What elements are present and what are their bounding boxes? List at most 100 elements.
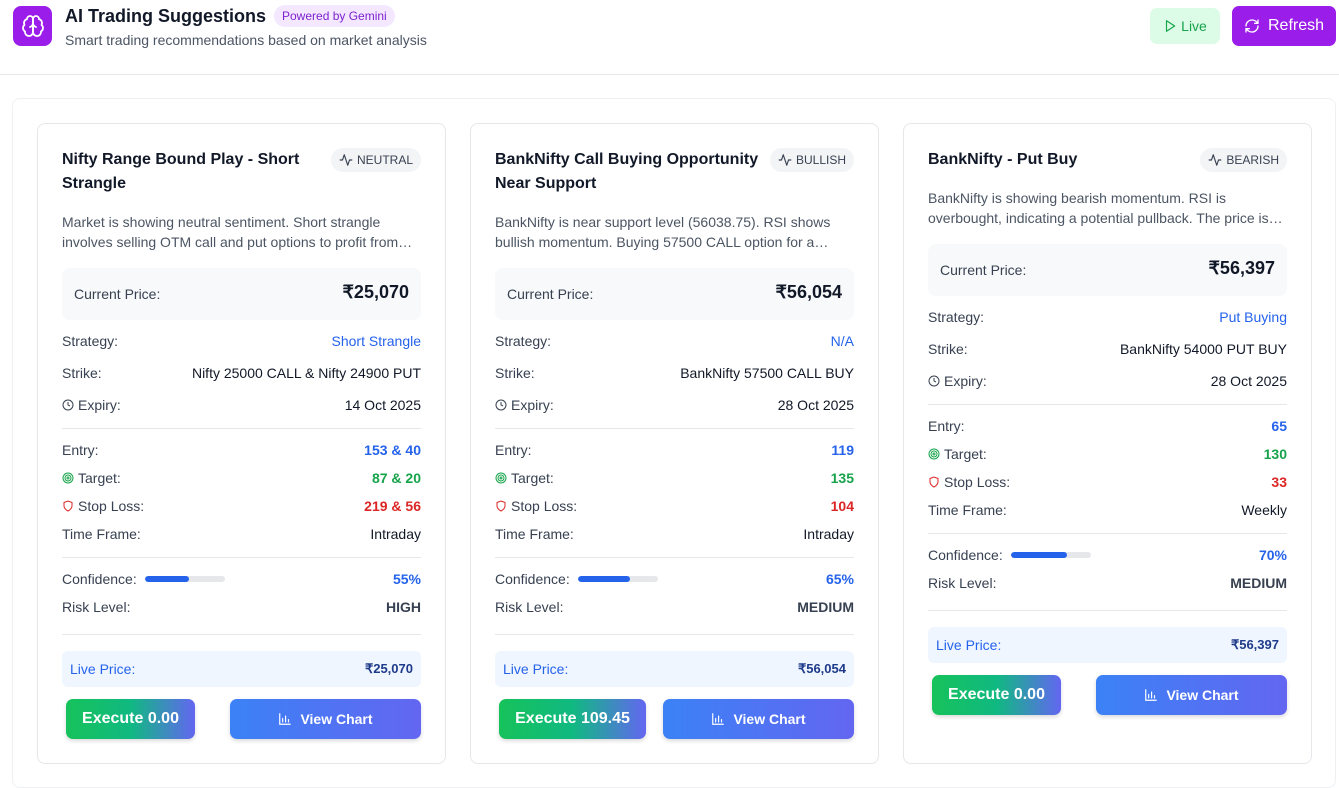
view-chart-label: View Chart: [733, 711, 806, 727]
divider: [495, 557, 854, 558]
confidence-label: Confidence:: [928, 547, 1003, 563]
divider: [62, 428, 421, 429]
suggestion-card: Nifty Range Bound Play - Short Strangle …: [37, 123, 446, 764]
current-price-value: ₹25,070: [342, 282, 409, 302]
card-title: BankNifty Call Buying Opportunity Near S…: [495, 151, 759, 192]
entry-row: Entry: 119: [495, 440, 854, 460]
expiry-value: 28 Oct 2025: [777, 397, 854, 413]
risk-value: MEDIUM: [1230, 575, 1287, 591]
target-row: Target: 135: [495, 468, 854, 488]
current-price-box: Current Price: ₹25,070: [62, 268, 421, 320]
sentiment-badge: BULLISH: [769, 148, 854, 172]
stop-loss-value: 33: [1271, 474, 1287, 490]
confidence-fill: [1011, 552, 1067, 558]
strategy-label: Strategy:: [928, 309, 985, 325]
page-title: AI Trading Suggestions: [65, 6, 267, 26]
risk-row: Risk Level: MEDIUM: [495, 597, 854, 617]
strike-value: BankNifty 57500 CALL BUY: [680, 365, 854, 381]
view-chart-label: View Chart: [300, 711, 373, 727]
card-description: BankNifty is near support level (56038.7…: [495, 214, 831, 250]
strike-label: Strike:: [928, 341, 968, 357]
entry-label: Entry:: [928, 418, 965, 434]
divider: [62, 634, 421, 635]
sentiment-badge: NEUTRAL: [330, 148, 421, 172]
confidence-bar: [145, 576, 225, 582]
confidence-fill: [578, 576, 630, 582]
strategy-label: Strategy:: [62, 333, 119, 349]
current-price-label: Current Price:: [507, 286, 594, 302]
strike-row: Strike: Nifty 25000 CALL & Nifty 24900 P…: [62, 363, 421, 383]
stop-loss-label: Stop Loss:: [511, 498, 578, 514]
live-button[interactable]: Live: [1150, 8, 1220, 44]
activity-icon: [1208, 154, 1222, 166]
shield-icon: [929, 476, 939, 488]
stop-loss-value: 104: [830, 498, 854, 514]
target-icon: [928, 448, 940, 460]
strike-label: Strike:: [62, 365, 102, 381]
execute-button[interactable]: Execute 109.45: [499, 699, 646, 739]
target-label: Target:: [944, 446, 987, 462]
strike-value: Nifty 25000 CALL & Nifty 24900 PUT: [191, 365, 421, 381]
target-label: Target:: [511, 470, 554, 486]
execute-button[interactable]: Execute 0.00: [932, 675, 1061, 715]
time-frame-value: Intraday: [370, 526, 421, 542]
strike-value: BankNifty 54000 PUT BUY: [1119, 341, 1287, 357]
card-title: Nifty Range Bound Play - Short Strangle: [62, 151, 300, 192]
live-price-value: ₹56,054: [797, 661, 846, 676]
sentiment-label: NEUTRAL: [356, 153, 413, 167]
confidence-bar: [1011, 552, 1091, 558]
entry-label: Entry:: [62, 442, 99, 458]
expiry-row: Expiry: 14 Oct 2025: [62, 395, 421, 415]
suggestion-card: BankNifty Call Buying Opportunity Near S…: [470, 123, 879, 764]
expiry-value: 14 Oct 2025: [344, 397, 421, 413]
time-frame-row: Time Frame: Weekly: [928, 500, 1287, 520]
entry-row: Entry: 153 & 40: [62, 440, 421, 460]
live-price-label: Live Price:: [936, 637, 1002, 653]
confidence-row: Confidence: 70%: [928, 545, 1287, 565]
expiry-label: Expiry:: [78, 397, 121, 413]
card-description: Market is showing neutral sentiment. Sho…: [62, 214, 399, 250]
divider: [928, 404, 1287, 405]
clock-icon: [62, 399, 74, 411]
expiry-label: Expiry:: [944, 373, 987, 389]
entry-label: Entry:: [495, 442, 532, 458]
entry-value: 119: [831, 442, 854, 458]
risk-label: Risk Level:: [928, 575, 997, 591]
divider: [62, 557, 421, 558]
current-price-value: ₹56,397: [1208, 258, 1275, 278]
time-frame-label: Time Frame:: [62, 526, 141, 542]
target-row: Target: 87 & 20: [62, 468, 421, 488]
sentiment-label: BEARISH: [1226, 153, 1279, 167]
brain-icon: [13, 6, 52, 46]
strategy-row: Strategy: N/A: [495, 331, 854, 351]
shield-icon: [63, 500, 73, 512]
execute-button[interactable]: Execute 0.00: [66, 699, 195, 739]
refresh-icon: [1245, 19, 1259, 33]
clock-icon: [495, 399, 507, 411]
confidence-row: Confidence: 65%: [495, 569, 854, 589]
page-subtitle: Smart trading recommendations based on m…: [65, 32, 427, 48]
entry-value: 65: [1271, 418, 1287, 434]
clock-icon: [928, 375, 940, 387]
confidence-value: 55%: [392, 571, 421, 587]
view-chart-button[interactable]: View Chart: [230, 699, 421, 739]
refresh-button[interactable]: Refresh: [1232, 6, 1336, 46]
target-value: 135: [830, 470, 854, 486]
strategy-row: Strategy: Put Buying: [928, 307, 1287, 327]
time-frame-value: Intraday: [803, 526, 854, 542]
time-frame-label: Time Frame:: [495, 526, 574, 542]
stop-loss-value: 219 & 56: [364, 498, 421, 514]
view-chart-button[interactable]: View Chart: [663, 699, 854, 739]
time-frame-row: Time Frame: Intraday: [62, 524, 421, 544]
shield-icon: [496, 500, 506, 512]
risk-row: Risk Level: HIGH: [62, 597, 421, 617]
view-chart-button[interactable]: View Chart: [1096, 675, 1287, 715]
live-price-value: ₹56,397: [1230, 637, 1279, 652]
suggestion-card: BankNifty - Put Buy BEARISH BankNifty is…: [903, 123, 1312, 764]
strike-row: Strike: BankNifty 57500 CALL BUY: [495, 363, 854, 383]
stop-loss-row: Stop Loss: 104: [495, 496, 854, 516]
risk-row: Risk Level: MEDIUM: [928, 573, 1287, 593]
divider: [495, 634, 854, 635]
current-price-box: Current Price: ₹56,397: [928, 244, 1287, 296]
strategy-row: Strategy: Short Strangle: [62, 331, 421, 351]
